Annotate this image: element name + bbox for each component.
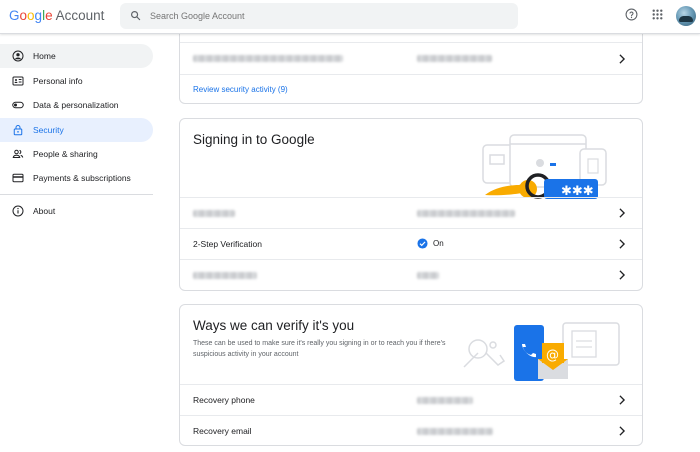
chevron-right-icon — [619, 395, 626, 405]
help-icon[interactable] — [625, 8, 638, 21]
sidebar-divider — [0, 194, 153, 195]
redacted-value — [417, 272, 439, 279]
recovery-email-label: Recovery email — [193, 426, 252, 436]
wordmark-letter: G — [9, 8, 20, 23]
redacted-label — [193, 210, 235, 217]
wordmark-letter: o — [27, 8, 35, 23]
redacted-label — [193, 272, 257, 279]
sidebar-item-label: Security — [33, 125, 64, 135]
wordmark-letter: g — [34, 8, 43, 23]
recovery-phone-label: Recovery phone — [193, 395, 255, 405]
avatar[interactable] — [676, 6, 696, 26]
signing-in-card: Signing in to Google ✱✱✱ 2-Step Verifica… — [179, 118, 643, 291]
sidebar-item-label: About — [33, 206, 56, 216]
two-step-verification-row[interactable]: 2-Step Verification On — [180, 228, 642, 259]
people-icon — [12, 149, 24, 158]
chevron-right-icon — [619, 239, 626, 249]
sidebar-item-home[interactable]: Home — [0, 44, 153, 68]
chevron-right-icon — [619, 208, 626, 218]
redacted-value — [417, 210, 515, 217]
account-wordmark: Account — [55, 8, 105, 23]
check-circle-icon — [417, 238, 428, 249]
redacted-activity-value — [417, 55, 492, 62]
sidebar-nav: Home Personal info Data & personalizatio… — [0, 34, 160, 452]
card-title: Ways we can verify it's you — [193, 318, 355, 333]
sidebar-item-people-sharing[interactable]: People & sharing — [0, 142, 153, 166]
recovery-illustration: @ — [463, 322, 620, 381]
redacted-phone-value — [417, 397, 473, 404]
apps-grid-icon[interactable] — [651, 8, 664, 21]
sidebar-item-label: Payments & subscriptions — [33, 173, 131, 183]
app-header: Google Account — [0, 0, 700, 34]
toggle-icon — [12, 101, 24, 109]
search-input[interactable] — [150, 3, 500, 29]
svg-text:@: @ — [546, 348, 559, 363]
id-card-icon — [12, 76, 24, 86]
google-account-logo[interactable]: Google Account — [9, 8, 104, 23]
review-activity-row: Review security activity (9) — [180, 74, 642, 104]
redacted-activity-label — [193, 55, 343, 62]
security-keys-illustration: ✱✱✱ — [482, 134, 607, 199]
security-activity-card: Review security activity (9) — [179, 25, 643, 104]
chevron-right-icon — [619, 426, 626, 436]
card-title: Signing in to Google — [193, 132, 315, 147]
info-icon — [12, 205, 24, 217]
sidebar-item-data-personalization[interactable]: Data & personalization — [0, 93, 153, 117]
redacted-email-value — [417, 428, 493, 435]
chevron-right-icon — [619, 270, 626, 280]
search-box[interactable] — [120, 3, 518, 29]
security-activity-row[interactable] — [180, 42, 642, 74]
recovery-email-row[interactable]: Recovery email — [180, 415, 642, 446]
two-step-status: On — [433, 239, 444, 248]
sidebar-item-label: People & sharing — [33, 149, 98, 159]
sidebar-item-label: Data & personalization — [33, 100, 119, 110]
credit-card-icon — [12, 173, 24, 183]
app-passwords-row[interactable] — [180, 259, 642, 291]
google-wordmark: Google — [9, 8, 53, 23]
recovery-phone-row[interactable]: Recovery phone — [180, 384, 642, 415]
sidebar-item-label: Home — [33, 51, 56, 61]
wordmark-letter: o — [19, 8, 28, 23]
lock-icon — [13, 125, 23, 136]
person-circle-icon — [12, 50, 24, 62]
sidebar-item-personal-info[interactable]: Personal info — [0, 69, 153, 93]
search-icon — [131, 11, 141, 21]
verify-card: Ways we can verify it's you These can be… — [179, 304, 643, 446]
card-description: These can be used to make sure it's real… — [193, 340, 446, 358]
sidebar-item-payments-subscriptions[interactable]: Payments & subscriptions — [0, 166, 153, 190]
sidebar-item-label: Personal info — [33, 76, 83, 86]
sidebar-item-security[interactable]: Security — [0, 118, 153, 142]
password-row[interactable] — [180, 197, 642, 228]
wordmark-letter: e — [45, 8, 53, 23]
two-step-label: 2-Step Verification — [193, 239, 262, 249]
sidebar-item-about[interactable]: About — [0, 199, 153, 223]
chevron-right-icon — [619, 54, 626, 64]
review-security-activity-link[interactable]: Review security activity (9) — [193, 85, 288, 94]
